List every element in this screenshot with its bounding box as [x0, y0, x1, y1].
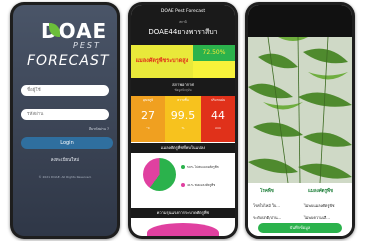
station-name[interactable]: DOAE44ยางพาราสีบา [131, 27, 235, 38]
legend-no-insect: 59% ไม่พบแมลงศัตรูพืช [181, 165, 219, 170]
login-button[interactable]: Login [21, 137, 113, 149]
phone-photo: โรคพืช แมลงศัตรูพืช โรคใบไหม้ ใบ... ไม่พ… [245, 2, 355, 239]
dashboard-header-title: DOAE Pest Forecast [131, 5, 235, 19]
severity-section-title: ความรุนแรงการระบาดศัตรูพืช [131, 208, 235, 218]
save-button[interactable]: บันทึกข้อมูล [258, 223, 342, 233]
metric-value: 99.5 [170, 109, 196, 122]
disease-title: โรคพืช [260, 189, 274, 194]
insect-section-title: แมลงศัตรูพืชที่พบในแปลง [131, 143, 235, 153]
legend-insect: 41% พบแมลงศัตรูพืช [181, 183, 215, 188]
risk-percent: 72.50% [193, 45, 235, 61]
metric-label: ปริมาณฝน [211, 98, 225, 102]
metric-unit: °C [146, 126, 150, 130]
metric-humidity: ความชื้น 99.5 % [165, 96, 201, 142]
register-link[interactable]: ลงทะเบียนใหม่ [13, 156, 117, 163]
metric-unit: % [181, 126, 185, 130]
condition-sub: ข้อมูลปัจจุบัน [174, 88, 192, 92]
risk-percent-bar [193, 61, 235, 78]
phone-login: DOAE PEST FORECAST ชื่อผู้ใช้ รหัสผ่าน ล… [10, 2, 120, 239]
camera-top-bar [248, 5, 352, 37]
legend-text: 59% ไม่พบแมลงศัตรูพืช [187, 165, 219, 169]
dashboard-screen: DOAE Pest Forecast สถานี DOAE44ยางพาราสี… [131, 5, 235, 236]
metric-temperature: อุณหภูมิ 27 °C [131, 96, 165, 142]
forgot-password-link[interactable]: ลืมรหัสผ่าน ? [89, 126, 109, 132]
insect-title: แมลงศัตรูพืช [308, 189, 334, 194]
disease-level: ระดับปกติ/ปาน... [253, 215, 282, 220]
metric-label: อุณหภูมิ [142, 98, 154, 102]
legend-dot-icon [181, 183, 185, 187]
condition-panel: สภาพอากาศ ข้อมูลปัจจุบัน [131, 78, 235, 96]
station-panel: สถานี DOAE44ยางพาราสีบา [131, 19, 235, 45]
severity-chart [147, 223, 219, 236]
leaf-photo-image [248, 36, 352, 184]
password-input[interactable]: รหัสผ่าน [21, 109, 109, 120]
risk-text: แมลงศัตรูพืชระบาดสูง [131, 45, 193, 78]
login-screen: DOAE PEST FORECAST ชื่อผู้ใช้ รหัสผ่าน ล… [13, 5, 117, 236]
station-small-label: สถานี [179, 20, 187, 24]
copyright-text: © 2021 DOAE. All Rights Reserved. [38, 175, 92, 179]
metric-unit: mm [215, 126, 221, 130]
result-panel: โรคพืช แมลงศัตรูพืช โรคใบไหม้ ใบ... ไม่พ… [248, 183, 352, 236]
leaf-photo [248, 36, 352, 184]
insect-pie-chart [143, 158, 176, 191]
logo-forecast: FORECAST [27, 53, 110, 69]
metric-label: ความชื้น [177, 98, 189, 102]
phone-dashboard: DOAE Pest Forecast สถานี DOAE44ยางพาราสี… [128, 2, 238, 239]
logo-pest: PEST [73, 41, 101, 50]
photo-screen: โรคพืช แมลงศัตรูพืช โรคใบไหม้ ใบ... ไม่พ… [248, 5, 352, 236]
app-logo: DOAE PEST FORECAST [13, 19, 117, 69]
disease-value: โรคใบไหม้ ใบ... [253, 203, 280, 208]
username-input[interactable]: ชื่อผู้ใช้ [21, 85, 109, 96]
insect-value: ไม่พบแมลงศัตรูพืช [304, 203, 335, 208]
metric-value: 44 [211, 109, 225, 122]
condition-title: สภาพอากาศ [172, 82, 194, 87]
legend-text: 41% พบแมลงศัตรูพืช [187, 183, 216, 187]
metric-rainfall: ปริมาณฝน 44 mm [201, 96, 235, 142]
legend-dot-icon [181, 165, 185, 169]
insect-level: ไม่พบความเสี... [304, 215, 330, 220]
metric-value: 27 [141, 109, 155, 122]
